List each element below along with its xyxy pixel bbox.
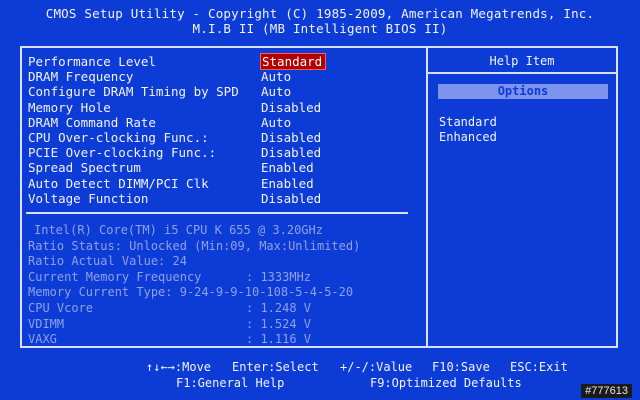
title-line-2: M.I.B II (MB Intelligent BIOS II)	[192, 21, 448, 36]
bios-title: CMOS Setup Utility - Copyright (C) 1985-…	[0, 6, 640, 36]
ratio-actual: Ratio Actual Value: 24	[28, 254, 187, 269]
info-label: VAXG	[28, 332, 57, 347]
settings-list: Performance Level Standard DRAM Frequenc…	[28, 52, 424, 206]
key-save: F10:Save	[432, 360, 490, 374]
setting-label: DRAM Command Rate	[28, 114, 156, 130]
help-header-divider	[428, 72, 616, 74]
setting-value[interactable]: Disabled	[261, 130, 321, 145]
setting-label: Memory Hole	[28, 99, 111, 115]
key-select: Enter:Select	[232, 360, 319, 374]
setting-value[interactable]: Auto	[261, 84, 291, 99]
info-value: : 1333MHz	[246, 269, 312, 284]
info-vdimm: VDIMM : 1.524 V	[28, 317, 424, 333]
info-cpu: Intel(R) Core(TM) i5 CPU K 655 @ 3.20GHz	[28, 223, 424, 239]
watermark: #777613	[581, 384, 632, 398]
vertical-divider	[426, 46, 428, 348]
setting-cpu-overclocking[interactable]: CPU Over-clocking Func.: Disabled	[28, 130, 424, 145]
setting-voltage-function[interactable]: Voltage Function Disabled	[28, 191, 424, 206]
setting-label: PCIE Over-clocking Func.:	[28, 145, 217, 161]
info-memory-type: Memory Current Type: 9-24-9-9-10-108-5-4…	[28, 285, 424, 301]
info-cpu-vcore: CPU Vcore : 1.248 V	[28, 301, 424, 317]
info-ratio-actual: Ratio Actual Value: 24	[28, 254, 424, 270]
cpu-name: Intel(R) Core(TM) i5 CPU K 655 @ 3.20GHz	[34, 223, 323, 237]
info-value: : 1.248 V	[246, 300, 312, 315]
setting-value[interactable]: Disabled	[261, 100, 321, 115]
options-list: Standard Enhanced	[439, 115, 497, 145]
key-optimized-defaults: F9:Optimized Defaults	[370, 376, 522, 390]
key-move: ↑↓←→:Move	[146, 360, 212, 374]
settings-info-divider	[26, 212, 408, 214]
setting-label: Spread Spectrum	[28, 160, 141, 176]
setting-auto-detect-clk[interactable]: Auto Detect DIMM/PCI Clk Enabled	[28, 176, 424, 191]
setting-label: Auto Detect DIMM/PCI Clk	[28, 175, 209, 191]
help-item-title: Help Item	[489, 54, 555, 68]
key-exit: ESC:Exit	[510, 360, 568, 374]
setting-value[interactable]: Enabled	[261, 176, 314, 191]
options-header: Options	[438, 84, 608, 99]
info-label: VDIMM	[28, 316, 65, 331]
option-standard[interactable]: Standard	[439, 115, 497, 130]
setting-value[interactable]: Disabled	[261, 191, 321, 206]
key-value: +/-/:Value	[340, 360, 413, 374]
setting-spread-spectrum[interactable]: Spread Spectrum Enabled	[28, 160, 424, 175]
setting-value[interactable]: Auto	[261, 69, 291, 84]
info-ratio-status: Ratio Status: Unlocked (Min:09, Max:Unli…	[28, 239, 424, 255]
setting-dram-command-rate[interactable]: DRAM Command Rate Auto	[28, 115, 424, 130]
setting-pcie-overclocking[interactable]: PCIE Over-clocking Func.: Disabled	[28, 145, 424, 160]
info-value: : 1.524 V	[246, 316, 312, 331]
setting-label: Voltage Function	[28, 190, 149, 206]
info-value: : 1.116 V	[246, 332, 312, 347]
ratio-status: Ratio Status: Unlocked (Min:09, Max:Unli…	[28, 238, 361, 253]
option-enhanced[interactable]: Enhanced	[439, 130, 497, 145]
key-legend: ↑↓←→:Move Enter:Select +/-/:Value F10:Sa…	[0, 359, 640, 393]
setting-performance-level[interactable]: Performance Level Standard	[28, 52, 424, 71]
setting-label: DRAM Frequency	[28, 69, 134, 85]
setting-label: CPU Over-clocking Func.:	[28, 129, 209, 145]
setting-value[interactable]: Enabled	[261, 160, 314, 175]
title-line-1: CMOS Setup Utility - Copyright (C) 1985-…	[45, 6, 595, 21]
system-info: Intel(R) Core(TM) i5 CPU K 655 @ 3.20GHz…	[28, 223, 424, 348]
memory-type: Memory Current Type: 9-24-9-9-10-108-5-4…	[28, 285, 354, 300]
setting-value[interactable]: Auto	[261, 115, 291, 130]
setting-dram-timing-spd[interactable]: Configure DRAM Timing by SPD Auto	[28, 84, 424, 99]
setting-dram-frequency[interactable]: DRAM Frequency Auto	[28, 69, 424, 84]
setting-label: Configure DRAM Timing by SPD	[28, 84, 239, 100]
setting-memory-hole[interactable]: Memory Hole Disabled	[28, 100, 424, 115]
key-general-help: F1:General Help	[176, 376, 285, 390]
setting-value-selected[interactable]: Standard	[259, 52, 327, 71]
info-memory-frequency: Current Memory Frequency : 1333MHz	[28, 270, 424, 286]
info-label: Current Memory Frequency	[28, 269, 202, 284]
info-label: CPU Vcore	[28, 300, 94, 315]
info-vaxg: VAXG : 1.116 V	[28, 332, 424, 348]
setting-value[interactable]: Disabled	[261, 145, 321, 160]
setting-label: Performance Level	[28, 54, 156, 69]
bios-screen: CMOS Setup Utility - Copyright (C) 1985-…	[0, 0, 640, 400]
